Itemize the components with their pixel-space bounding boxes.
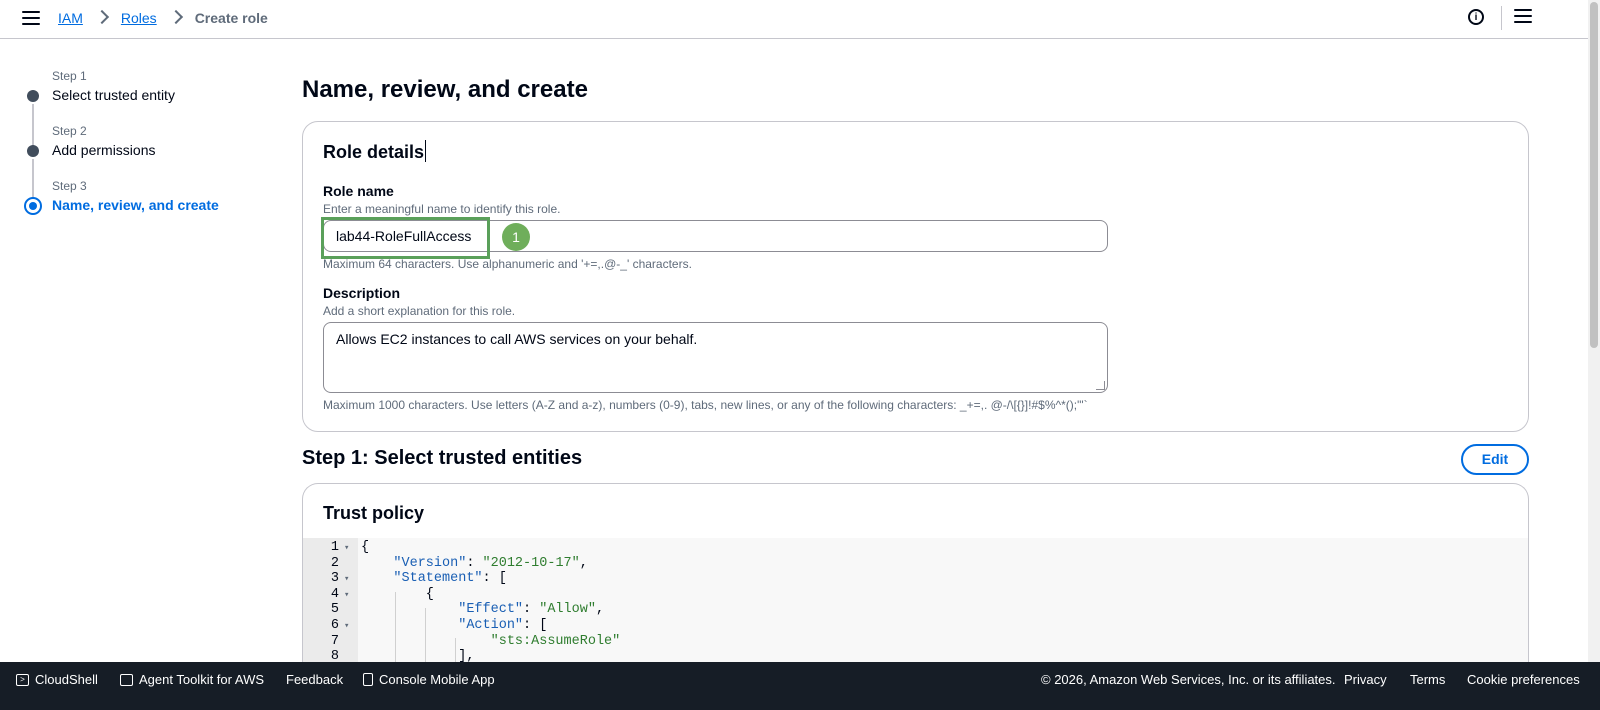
page-title: Name, review, and create xyxy=(302,76,588,103)
resize-handle-icon[interactable] xyxy=(1096,381,1105,390)
cloudshell-label: CloudShell xyxy=(35,672,98,687)
code-line: 3 ▾ "Statement": [ xyxy=(303,571,1528,587)
step-title[interactable]: Add permissions xyxy=(52,142,156,158)
step-title: Name, review, and create xyxy=(52,197,219,213)
annotation-badge: 1 xyxy=(502,223,530,251)
role-name-description: Enter a meaningful name to identify this… xyxy=(323,202,561,216)
code-text: "sts:AssumeRole" xyxy=(490,633,621,649)
agent-toolkit-link[interactable]: Agent Toolkit for AWS xyxy=(120,672,264,687)
edit-button[interactable]: Edit xyxy=(1461,444,1529,475)
step-number: Step 2 xyxy=(52,124,87,138)
code-line: 4 ▾ { xyxy=(303,587,1528,603)
role-details-panel: Role details Role name Enter a meaningfu… xyxy=(302,121,1529,432)
step-indicator-icon xyxy=(27,145,39,157)
step-title[interactable]: Select trusted entity xyxy=(52,87,175,103)
trust-policy-panel: Trust policy 1 ▾ {2 "Version": "2012-10-17… xyxy=(302,483,1529,683)
step-number: Step 3 xyxy=(52,179,87,193)
line-number: 6 xyxy=(330,618,339,633)
code-line: 5 "Effect": "Allow", xyxy=(303,602,1528,618)
annotation-highlight xyxy=(321,217,490,259)
role-name-label: Role name xyxy=(323,183,394,199)
terms-link[interactable]: Terms xyxy=(1410,672,1445,687)
step-2[interactable]: Step 2 Add permissions xyxy=(24,121,284,201)
step-3: Step 3 Name, review, and create xyxy=(24,176,284,231)
agent-toolkit-label: Agent Toolkit for AWS xyxy=(139,672,265,687)
top-navigation-bar: IAM Roles Create role i xyxy=(0,0,1588,39)
copyright: © 2026, Amazon Web Services, Inc. or its… xyxy=(1041,672,1336,687)
feedback-link[interactable]: Feedback xyxy=(286,672,343,687)
step-1[interactable]: Step 1 Select trusted entity xyxy=(24,66,284,146)
collapse-arrow-icon[interactable]: ▾ xyxy=(344,540,349,556)
code-editor[interactable]: 1 ▾{2 "Version": "2012-10-17", 3 ▾ "Stateme… xyxy=(303,538,1528,668)
description-constraint: Maximum 1000 characters. Use letters (A-… xyxy=(323,398,1088,412)
line-number: 7 xyxy=(330,633,339,649)
cloudshell-link[interactable]: > CloudShell xyxy=(16,672,98,687)
line-number: 2 xyxy=(330,555,339,571)
chevron-right-icon xyxy=(94,9,109,25)
collapse-arrow-icon[interactable]: ▾ xyxy=(344,571,349,587)
role-details-title-text: Role details xyxy=(323,142,425,162)
info-icon[interactable]: i xyxy=(1468,9,1484,25)
text-cursor xyxy=(425,140,427,162)
console-footer: > CloudShell Agent Toolkit for AWS Feedba… xyxy=(0,662,1600,710)
code-line: 2 "Version": "2012-10-17", xyxy=(303,556,1528,572)
line-number: 5 xyxy=(330,602,339,618)
role-name-constraint: Maximum 64 characters. Use alphanumeric … xyxy=(323,257,692,271)
mobile-app-link[interactable]: Console Mobile App xyxy=(363,672,495,687)
description-textarea[interactable]: Allows EC2 instances to call AWS service… xyxy=(323,322,1108,393)
chevron-right-icon xyxy=(168,9,183,25)
line-number: 1 xyxy=(330,540,339,555)
terminal-icon: > xyxy=(16,673,29,686)
scrollbar[interactable] xyxy=(1588,0,1600,675)
role-details-title: Role details xyxy=(323,140,427,163)
step-indicator-icon xyxy=(27,90,39,102)
code-text: { xyxy=(361,586,434,602)
trust-policy-title: Trust policy xyxy=(323,503,425,523)
privacy-link[interactable]: Privacy xyxy=(1344,672,1387,687)
line-number: 3 xyxy=(330,571,339,587)
scrollbar-thumb[interactable] xyxy=(1590,2,1598,348)
description-label: Description xyxy=(323,285,401,301)
breadcrumb-roles[interactable]: Roles xyxy=(121,10,157,26)
code-line: 1 ▾ { xyxy=(303,540,1528,556)
description-value: Allows EC2 instances to call AWS service… xyxy=(336,331,698,347)
step-number: Step 1 xyxy=(52,69,87,83)
split-panel-icon[interactable] xyxy=(1514,9,1532,25)
toolkit-icon xyxy=(120,673,133,686)
collapse-arrow-icon[interactable]: ▾ xyxy=(344,587,349,603)
code-text: "Effect": "Allow", xyxy=(458,602,605,618)
cookie-preferences-link[interactable]: Cookie preferences xyxy=(1467,672,1580,687)
code-text: "Statement": [ xyxy=(393,571,507,587)
divider xyxy=(1501,6,1502,30)
mobile-icon xyxy=(363,673,373,686)
wizard-steps: Step 1 Select trusted entity Step 2 Add … xyxy=(24,66,284,231)
breadcrumb-create-role: Create role xyxy=(194,10,268,26)
code-line: 6 ▾ "Action": [ xyxy=(303,618,1528,634)
feedback-label: Feedback xyxy=(286,672,344,687)
collapse-arrow-icon[interactable]: ▾ xyxy=(344,618,349,634)
menu-icon[interactable] xyxy=(22,11,40,25)
mobile-app-label: Console Mobile App xyxy=(379,672,495,687)
step1-section-title: Step 1: Select trusted entities xyxy=(302,447,583,469)
line-number: 4 xyxy=(330,586,339,602)
description-help: Add a short explanation for this role. xyxy=(323,304,516,318)
code-text: "Action": [ xyxy=(458,618,548,633)
code-text: "Version": "2012-10-17", xyxy=(393,555,588,571)
breadcrumb-iam[interactable]: IAM xyxy=(58,10,83,26)
code-text: { xyxy=(361,540,370,555)
step-indicator-icon xyxy=(24,197,42,215)
breadcrumb: IAM Roles Create role xyxy=(58,9,268,26)
code-line: 7 "sts:AssumeRole" xyxy=(303,634,1528,650)
